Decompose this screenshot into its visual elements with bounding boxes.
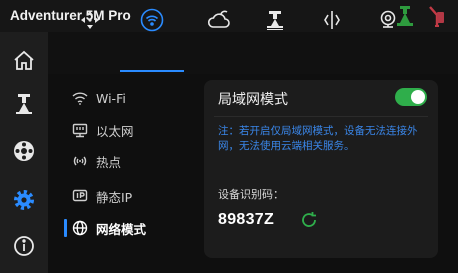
info-icon[interactable] [4, 226, 44, 266]
menu-item-label: 网络模式 [96, 221, 147, 237]
menu-item-static-ip[interactable]: 静态IP [72, 184, 182, 208]
ethernet-icon [72, 123, 88, 137]
cloud-icon[interactable] [195, 4, 243, 36]
menu-item-label: 静态IP [96, 189, 133, 205]
globe-icon [72, 220, 88, 236]
menu-item-hotspot[interactable]: 热点 [72, 149, 182, 173]
toggle-knob [411, 90, 425, 104]
refresh-icon[interactable] [298, 209, 320, 231]
camera-icon[interactable] [364, 4, 412, 36]
home-icon[interactable] [4, 41, 44, 81]
menu-item-ethernet[interactable]: 以太网 [72, 118, 182, 142]
lan-mode-title: 局域网模式 [218, 92, 288, 108]
divider [214, 116, 428, 117]
move-icon[interactable] [66, 4, 114, 36]
menu-item-label: 热点 [96, 154, 122, 170]
filament-icon[interactable] [4, 131, 44, 171]
active-menu-indicator [64, 219, 67, 237]
filament-status-icon [426, 4, 448, 28]
menu-item-wifi[interactable]: Wi-Fi [72, 86, 182, 110]
top-tab-bar [48, 32, 458, 74]
static-ip-icon [72, 189, 88, 201]
menu-item-label: 以太网 [96, 123, 134, 139]
device-code-label: 设备识别码： [218, 188, 284, 201]
wifi-icon[interactable] [128, 4, 176, 36]
hotspot-icon [73, 156, 87, 166]
lan-mode-toggle[interactable] [395, 88, 427, 106]
menu-item-label: Wi-Fi [96, 90, 126, 106]
device-code-value: 89837Z [218, 211, 275, 228]
lan-mode-note: 注：若开启仅局域网模式，设备无法连接外网，无法使用云端相关服务。 [218, 125, 418, 152]
wifi-icon [72, 92, 88, 105]
printer-icon[interactable] [251, 4, 299, 36]
print-control-icon[interactable] [4, 84, 44, 124]
sensor-icon[interactable] [308, 4, 356, 36]
active-tab-indicator [120, 70, 184, 72]
menu-item-network-mode[interactable]: 网络模式 [72, 216, 182, 240]
settings-icon[interactable] [4, 180, 44, 220]
